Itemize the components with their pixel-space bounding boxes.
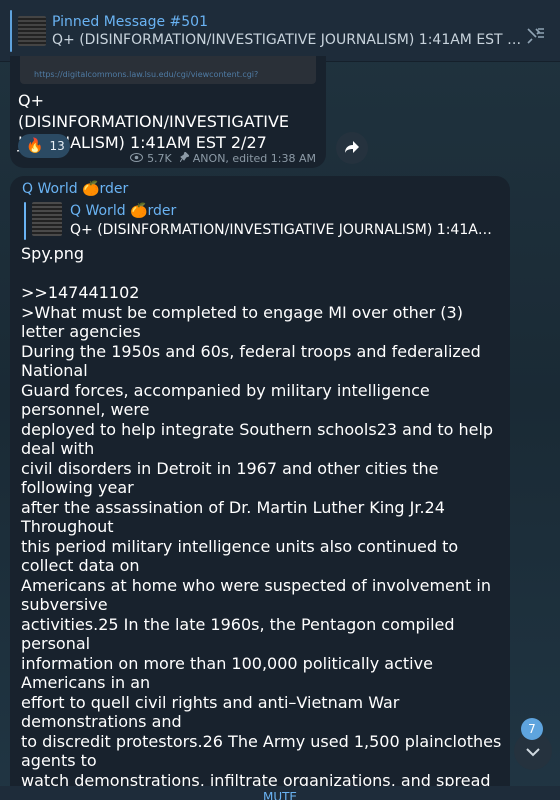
pinned-indicator [10,9,12,52]
fire-icon: 🔥 [26,138,44,154]
pinned-message-bar[interactable]: Pinned Message #501 Q+ (DISINFORMATION/I… [0,0,560,62]
mute-button[interactable]: MUTE [263,790,297,800]
link-preview[interactable]: https://digitalcommons.law.lsu.edu/cgi/v… [20,56,316,84]
pinned-subtitle: Q+ (DISINFORMATION/INVESTIGATIVE JOURNAL… [52,31,522,48]
pin-icon [179,151,190,165]
unread-badge: 7 [521,718,543,740]
reaction-chip[interactable]: 🔥 13 [18,134,70,158]
pinned-title: Pinned Message #501 [52,13,208,30]
mute-bar[interactable]: MUTE [0,786,560,800]
message-meta: 5.7K ANON, edited 1:38 AM [130,151,316,165]
message-author: ANON, edited 1:38 AM [192,152,316,165]
reply-indicator [24,202,26,240]
reply-text: Q+ (DISINFORMATION/INVESTIGATIVE JOURNAL… [70,222,500,238]
reply-thumbnail [32,202,62,236]
link-url[interactable]: https://digitalcommons.law.lsu.edu/cgi/v… [34,70,258,79]
message-body: Spy.png >>147441102 >What must be comple… [21,244,506,800]
pinned-thumbnail [18,15,46,46]
reply-sender: Q World 🍊rder [70,203,177,219]
share-arrow-icon [344,139,360,158]
unpin-icon[interactable] [526,26,548,44]
reply-preview[interactable]: Q World 🍊rder Q+ (DISINFORMATION/INVESTI… [24,202,504,242]
view-count: 5.7K [147,152,172,165]
eye-icon [130,152,144,165]
reaction-count: 13 [49,139,65,153]
chevron-down-icon [525,742,541,761]
share-button[interactable] [336,132,368,164]
sender-name[interactable]: Q World 🍊rder [22,181,128,197]
message-bubble[interactable]: Q World 🍊rder Q World 🍊rder Q+ (DISINFOR… [10,176,510,800]
message-bubble[interactable]: https://digitalcommons.law.lsu.edu/cgi/v… [10,56,326,168]
message-body-text: Spy.png >>147441102 >What must be comple… [21,244,502,800]
